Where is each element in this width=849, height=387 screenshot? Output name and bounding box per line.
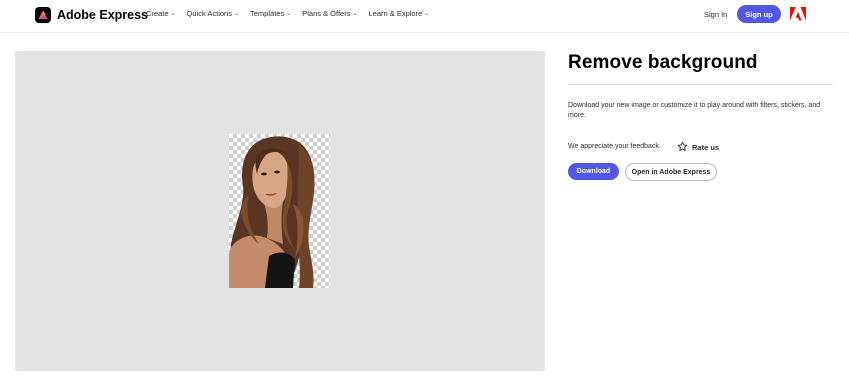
chevron-down-icon: ⌄ [352, 11, 358, 17]
nav-item-create[interactable]: Create ⌄ [146, 9, 176, 18]
open-in-adobe-express-button[interactable]: Open in Adobe Express [625, 163, 717, 181]
brand-link[interactable]: Adobe Express [35, 6, 148, 24]
header-divider [0, 32, 849, 33]
chevron-down-icon: ⌄ [286, 11, 292, 17]
result-panel: Remove background [568, 51, 833, 85]
star-icon [677, 141, 688, 154]
rate-us-label: Rate us [692, 143, 720, 152]
result-image [229, 134, 330, 288]
sign-up-button[interactable]: Sign up [737, 5, 781, 23]
rate-us-button[interactable]: Rate us [677, 141, 719, 154]
chevron-down-icon: ⌄ [170, 11, 176, 17]
chevron-down-icon: ⌄ [424, 11, 430, 17]
sign-in-link[interactable]: Sign In [704, 10, 727, 19]
nav-item-templates[interactable]: Templates ⌄ [250, 9, 291, 18]
feedback-text: We appreciate your feedback. [568, 143, 661, 150]
brand-name: Adobe Express [57, 8, 149, 22]
nav-item-quick-actions[interactable]: Quick Actions ⌄ [187, 9, 239, 18]
nav-item-learn-explore[interactable]: Learn & Explore ⌄ [368, 9, 429, 18]
adobe-logo-icon[interactable] [790, 7, 806, 21]
nav-item-label: Plans & Offers [302, 9, 351, 18]
main-nav: Create ⌄ Quick Actions ⌄ Templates ⌄ Pla… [146, 9, 429, 18]
chevron-down-icon: ⌄ [233, 11, 240, 17]
nav-item-label: Templates [250, 9, 285, 18]
nav-item-label: Learn & Explore [368, 9, 423, 18]
top-navigation-bar: Adobe Express Create ⌄ Quick Actions ⌄ T… [0, 0, 849, 32]
download-button[interactable]: Download [568, 163, 619, 180]
nav-item-label: Quick Actions [186, 9, 232, 18]
result-description: Download your new image or customize it … [568, 102, 821, 119]
page-title: Remove background [568, 52, 758, 73]
title-divider [568, 84, 833, 85]
adobe-express-logo-icon [35, 7, 51, 23]
nav-item-plans-offers[interactable]: Plans & Offers ⌄ [302, 9, 357, 18]
nav-item-label: Create [146, 9, 169, 18]
